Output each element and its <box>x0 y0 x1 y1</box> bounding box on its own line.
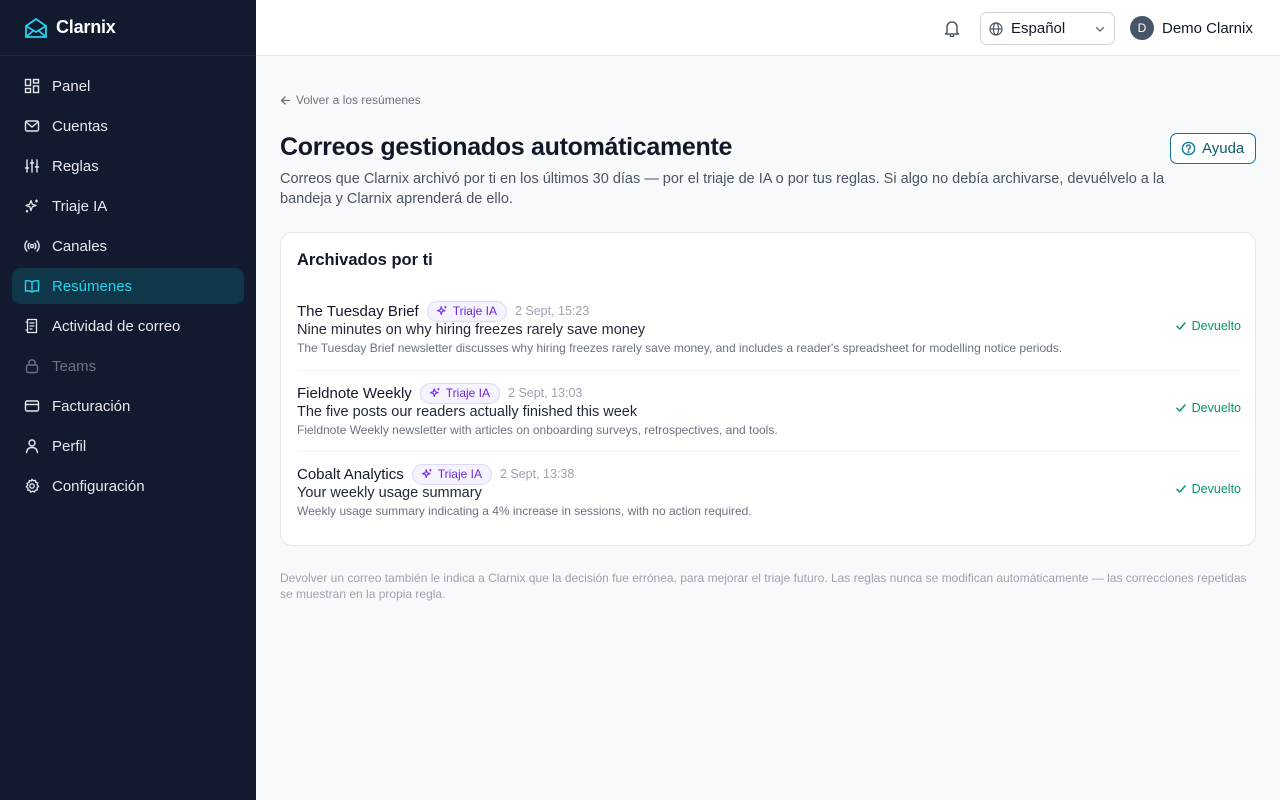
sidebar-nav: Panel Cuentas Reglas Triaje IA Canales R… <box>0 56 256 504</box>
back-link[interactable]: Volver a los resúmenes <box>280 92 421 108</box>
top-bar: Español D Demo Clarnix <box>256 0 1280 56</box>
notifications-button[interactable] <box>940 16 964 40</box>
clarnix-logo-icon <box>25 17 47 38</box>
user-menu[interactable]: D Demo Clarnix <box>1130 16 1253 40</box>
sidebar-item-label: Triaje IA <box>52 197 108 215</box>
check-icon <box>1175 404 1186 412</box>
check-icon <box>1175 322 1186 330</box>
sidebar-item-label: Resúmenes <box>52 277 133 295</box>
sidebar-item-reglas[interactable]: Reglas <box>12 148 244 184</box>
status-label: Devuelto <box>1191 401 1241 415</box>
status-label: Devuelto <box>1191 482 1241 496</box>
status-label: Devuelto <box>1191 319 1241 333</box>
sender-name: The Tuesday Brief <box>297 302 419 320</box>
sidebar-item-configuracion[interactable]: Configuración <box>12 468 244 504</box>
help-button[interactable]: Ayuda <box>1170 133 1256 164</box>
card-title: Archivados por ti <box>297 251 433 269</box>
email-subject: Your weekly usage summary <box>297 485 482 501</box>
help-button-label: Ayuda <box>1202 140 1245 157</box>
email-summary: Weekly usage summary indicating a 4% inc… <box>297 504 752 518</box>
mail-icon <box>24 120 40 132</box>
sidebar-item-panel[interactable]: Panel <box>12 68 244 104</box>
credit-card-icon <box>24 400 40 412</box>
sliders-icon <box>24 159 40 173</box>
sidebar-item-label: Perfil <box>52 437 87 455</box>
sender-name: Cobalt Analytics <box>297 465 404 483</box>
sidebar-item-label: Cuentas <box>52 117 108 135</box>
sidebar-item-label: Panel <box>52 77 91 95</box>
sparkles-icon <box>429 388 440 397</box>
back-link-label: Volver a los resúmenes <box>296 93 421 107</box>
sender-name: Fieldnote Weekly <box>297 384 412 402</box>
badge-label: Triaje IA <box>445 386 491 400</box>
globe-icon <box>989 21 1003 36</box>
sparkles-icon <box>25 199 38 213</box>
gear-icon <box>25 478 40 493</box>
timestamp: 2 Sept, 13:03 <box>508 386 583 400</box>
sidebar-item-label: Actividad de correo <box>52 317 181 335</box>
brand[interactable]: Clarnix <box>0 0 256 56</box>
badge-label: Triaje IA <box>437 467 482 481</box>
sidebar-item-teams: Teams <box>12 348 244 384</box>
check-icon <box>1175 485 1186 493</box>
sidebar-item-cuentas[interactable]: Cuentas <box>12 108 244 144</box>
help-circle-icon <box>1181 141 1196 156</box>
brand-name: Clarnix <box>56 17 116 37</box>
row-header: Fieldnote Weekly Triaje IA 2 Sept, 13:03 <box>297 382 582 404</box>
avatar: D <box>1130 16 1154 40</box>
timestamp: 2 Sept, 13:38 <box>499 467 575 481</box>
sidebar: Clarnix Panel Cuentas Reglas Triaje IA C… <box>0 0 256 800</box>
restored-status: Devuelto <box>1175 401 1241 415</box>
restored-status: Devuelto <box>1175 319 1241 333</box>
sidebar-item-resumenes[interactable]: Resúmenes <box>12 268 244 304</box>
list-item: The Tuesday Brief Triaje IA 2 Sept, 15:2… <box>297 289 1241 370</box>
sparkles-icon <box>421 469 432 478</box>
page-title: Correos gestionados automáticamente <box>280 133 733 161</box>
page-description: Correos que Clarnix archivó por ti en lo… <box>280 171 1165 207</box>
email-summary: Fieldnote Weekly newsletter with article… <box>297 423 778 437</box>
activity-list-icon <box>25 318 38 334</box>
email-subject: Nine minutes on why hiring freezes rarel… <box>297 322 646 338</box>
user-name: Demo Clarnix <box>1162 19 1253 37</box>
triage-badge: Triaje IA <box>419 382 501 404</box>
grid-icon <box>24 78 40 94</box>
footnote: Devolver un correo también le indica a C… <box>280 571 1247 601</box>
sidebar-item-perfil[interactable]: Perfil <box>12 428 244 464</box>
sidebar-item-label: Canales <box>52 237 108 255</box>
language-value: Español <box>1011 20 1066 37</box>
book-open-icon <box>24 279 40 293</box>
arrow-left-icon <box>280 95 291 105</box>
sidebar-item-canales[interactable]: Canales <box>12 228 244 264</box>
sparkles-icon <box>436 306 447 315</box>
email-summary: The Tuesday Brief newsletter discusses w… <box>297 341 1063 355</box>
language-select[interactable]: Español <box>980 12 1115 45</box>
chevron-down-icon <box>1095 26 1105 32</box>
lock-icon <box>25 359 39 374</box>
sidebar-item-triaje-ia[interactable]: Triaje IA <box>12 188 244 224</box>
restored-status: Devuelto <box>1175 482 1241 496</box>
triage-badge: Triaje IA <box>411 463 492 485</box>
sidebar-item-label: Teams <box>52 357 97 375</box>
row-header: Cobalt Analytics Triaje IA 2 Sept, 13:38 <box>297 463 574 485</box>
sidebar-item-label: Facturación <box>52 397 131 415</box>
row-header: The Tuesday Brief Triaje IA 2 Sept, 15:2… <box>297 300 589 322</box>
sidebar-item-label: Configuración <box>52 477 145 495</box>
timestamp: 2 Sept, 15:23 <box>514 304 590 318</box>
list-item: Cobalt Analytics Triaje IA 2 Sept, 13:38… <box>297 451 1241 532</box>
badge-label: Triaje IA <box>452 304 497 318</box>
email-subject: The five posts our readers actually fini… <box>297 404 638 420</box>
sidebar-item-actividad-de-correo[interactable]: Actividad de correo <box>12 308 244 344</box>
sidebar-item-label: Reglas <box>52 157 99 175</box>
sidebar-item-facturacion[interactable]: Facturación <box>12 388 244 424</box>
archived-card: Archivados por ti The Tuesday Brief Tria… <box>280 232 1256 546</box>
user-icon <box>25 439 39 454</box>
triage-badge: Triaje IA <box>426 300 507 322</box>
bell-icon <box>944 21 960 37</box>
broadcast-icon <box>24 240 40 252</box>
list-item: Fieldnote Weekly Triaje IA 2 Sept, 13:03… <box>297 370 1241 451</box>
